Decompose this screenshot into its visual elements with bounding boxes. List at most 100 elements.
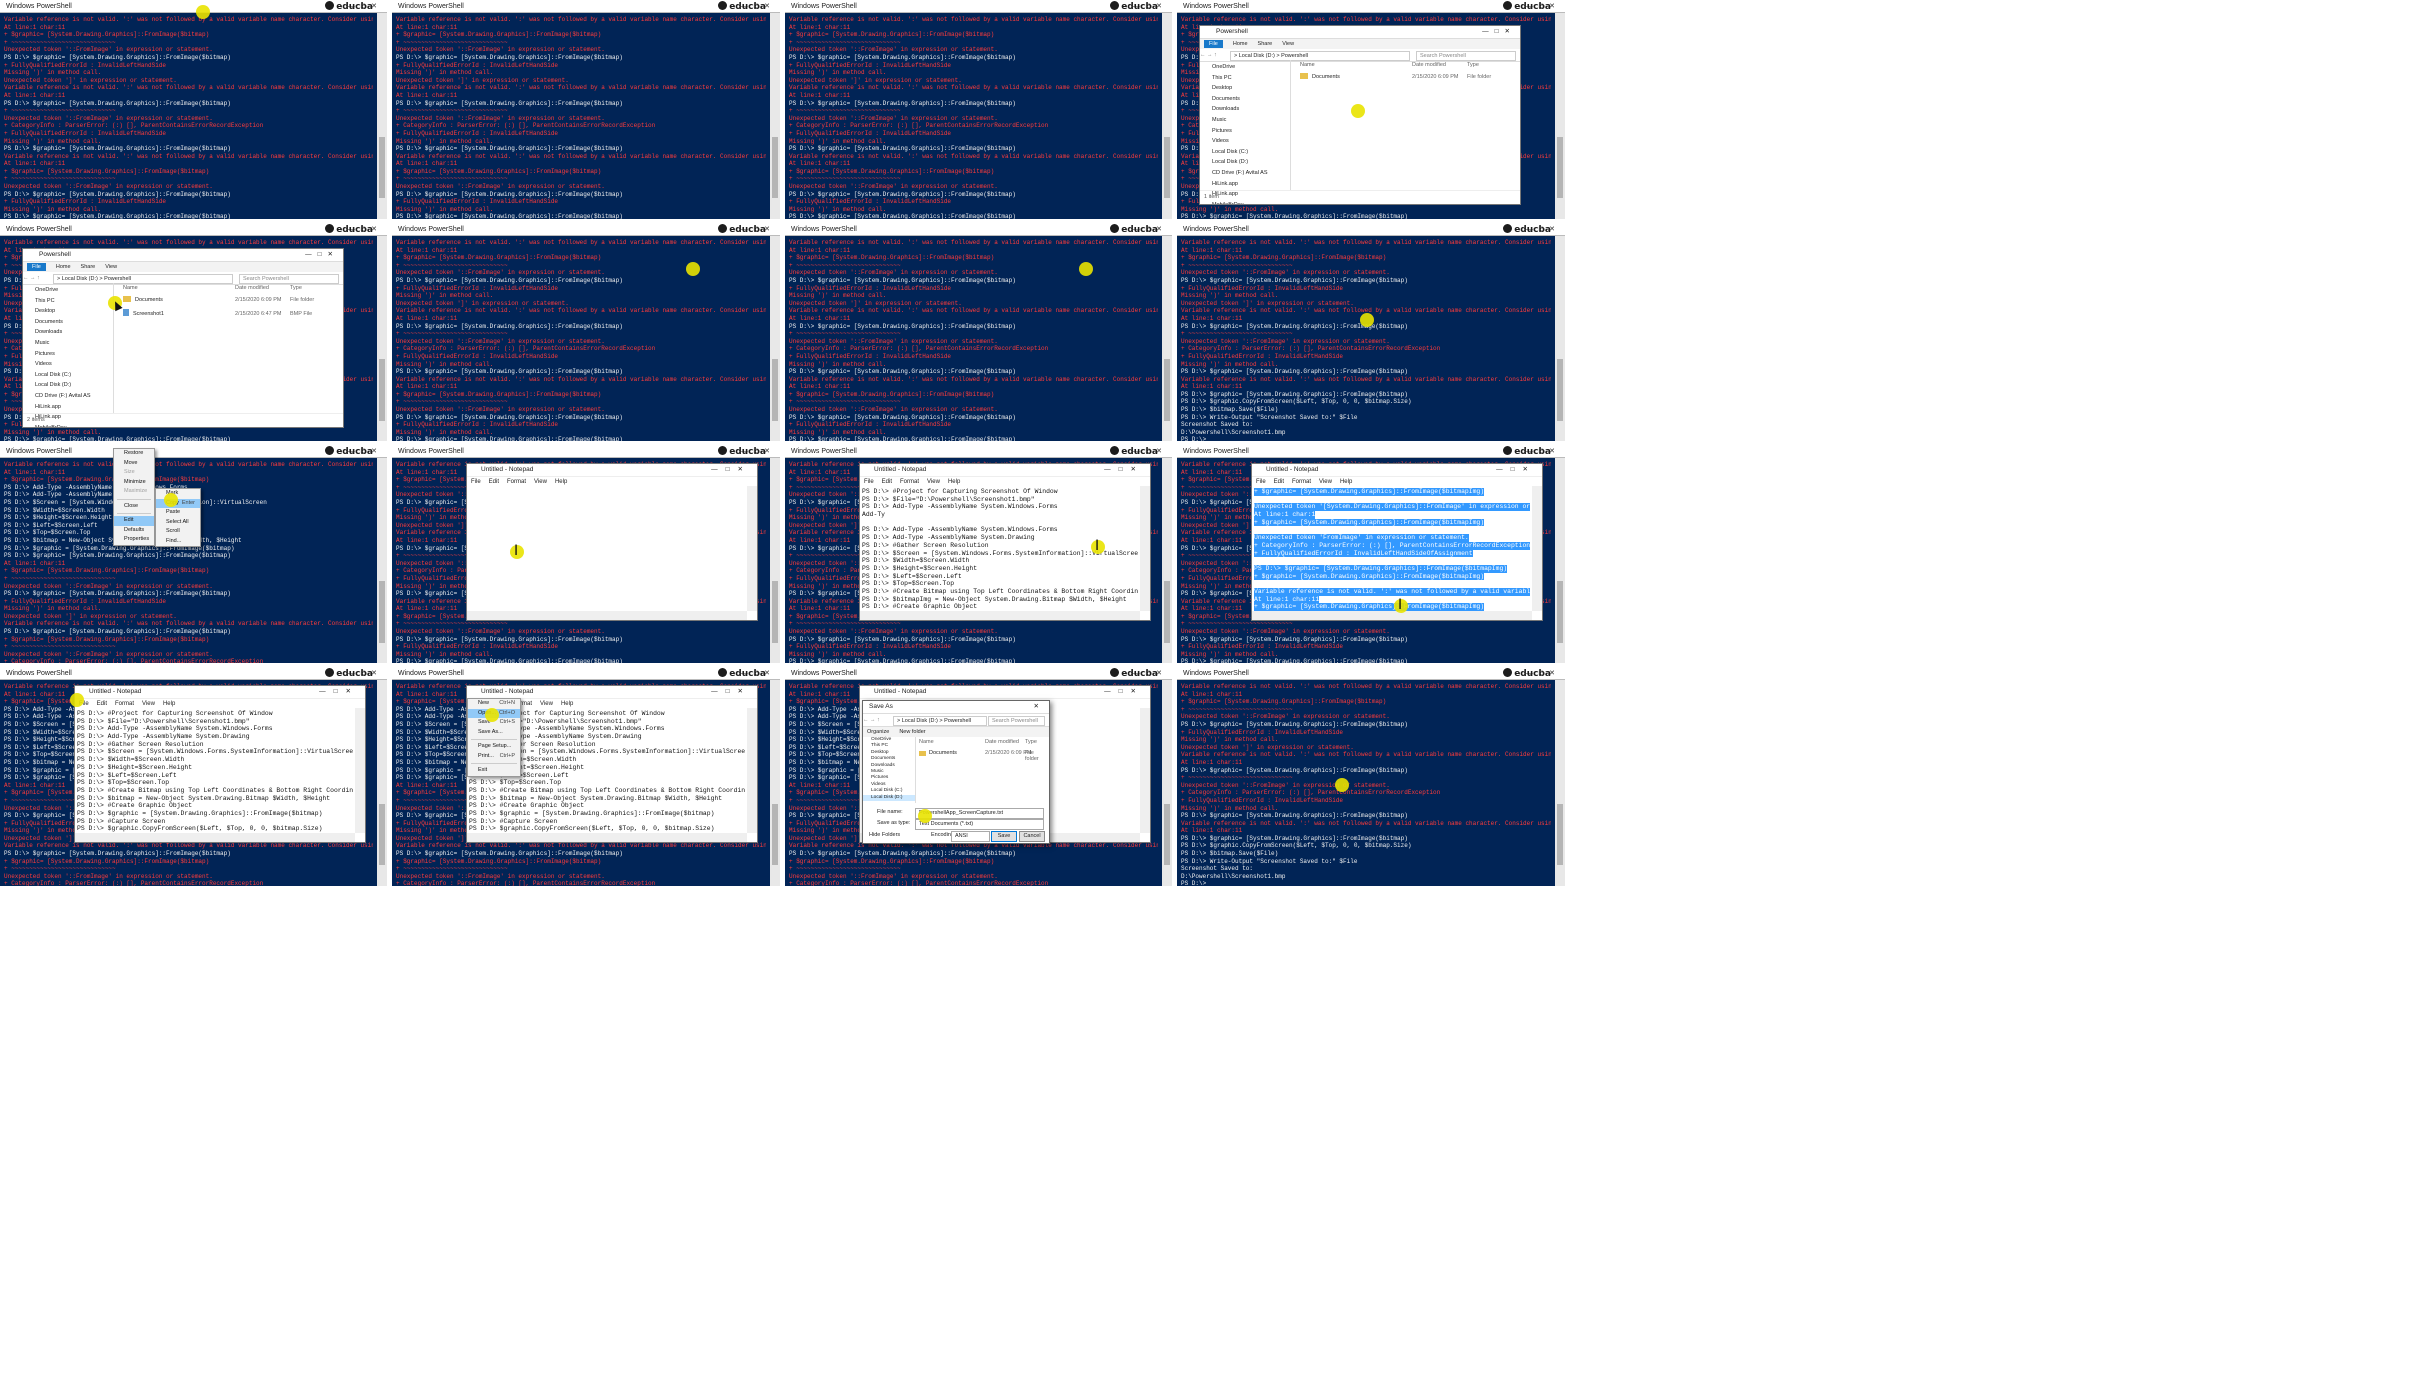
window-controls[interactable]: —□✕: [711, 464, 751, 476]
column-header[interactable]: Type: [1467, 60, 1479, 70]
edit-submenu-item[interactable]: CopyEnter: [156, 498, 200, 508]
powershell-titlebar[interactable]: Windows PowerShell —□✕ educba: [1177, 445, 1565, 458]
console-scrollbar[interactable]: [1555, 236, 1565, 441]
system-menu-item[interactable]: Minimize: [114, 478, 154, 488]
ribbon-tab[interactable]: Share: [81, 264, 96, 270]
menu-help[interactable]: Help: [1340, 479, 1352, 485]
scrollbar-thumb[interactable]: [1164, 359, 1170, 421]
file-menu-item[interactable]: Page Setup...: [468, 742, 520, 752]
powershell-titlebar[interactable]: Windows PowerShell —□✕ educba: [0, 667, 387, 680]
notepad-vertical-scrollbar[interactable]: [747, 708, 757, 833]
system-menu-item[interactable]: Maximize: [114, 487, 154, 497]
menu-help[interactable]: Help: [163, 701, 175, 707]
powershell-titlebar[interactable]: Windows PowerShell —□✕ educba: [1177, 667, 1565, 680]
notepad-horizontal-scrollbar[interactable]: [1252, 611, 1532, 620]
organize-button[interactable]: Organize: [867, 729, 889, 735]
column-header[interactable]: Type: [1025, 739, 1037, 745]
scrollbar-thumb[interactable]: [772, 803, 778, 866]
powershell-titlebar[interactable]: Windows PowerShell —□✕ educba: [392, 445, 780, 458]
console-scrollbar[interactable]: [770, 13, 780, 219]
scrollbar-thumb[interactable]: [1164, 803, 1170, 866]
console-scrollbar[interactable]: [1162, 680, 1172, 886]
column-header[interactable]: Date modified: [985, 739, 1019, 745]
nav-item[interactable]: HiLink.app: [1200, 179, 1290, 190]
scrollbar-thumb[interactable]: [772, 136, 778, 199]
column-header[interactable]: Size: [1520, 60, 1521, 70]
nav-item[interactable]: Documents: [1200, 94, 1290, 105]
menu-format[interactable]: Format: [1292, 479, 1311, 485]
notepad-vertical-scrollbar[interactable]: [1532, 486, 1542, 611]
menu-view[interactable]: View: [534, 479, 547, 485]
back-forward-icon[interactable]: ← → ↑: [863, 717, 880, 723]
notepad-titlebar[interactable]: Untitled - Notepad —□✕: [860, 464, 1150, 477]
back-forward-icon[interactable]: ← → ↑: [1200, 52, 1217, 58]
ribbon-tab[interactable]: File: [27, 263, 46, 271]
explorer-titlebar[interactable]: Powershell —□✕: [1200, 26, 1520, 39]
dialog-path[interactable]: > Local Disk (D:) > Powershell: [893, 716, 987, 726]
notepad-horizontal-scrollbar[interactable]: [75, 833, 355, 842]
edit-submenu-item[interactable]: Scroll: [156, 527, 200, 537]
scrollbar-thumb[interactable]: [1557, 581, 1563, 643]
console-scrollbar[interactable]: [1555, 680, 1565, 886]
ribbon-tab[interactable]: View: [105, 264, 117, 270]
close-icon[interactable]: ✕: [1034, 701, 1045, 713]
dialog-search-input[interactable]: Search Powershell: [988, 716, 1045, 726]
ribbon-tab[interactable]: Home: [56, 264, 71, 270]
notepad-titlebar[interactable]: Untitled - Notepad —□✕: [1252, 464, 1542, 477]
nav-item[interactable]: CD Drive (F:) Avital AS: [23, 391, 113, 402]
console-scrollbar[interactable]: [1162, 458, 1172, 663]
console-scrollbar[interactable]: [377, 458, 387, 663]
nav-item[interactable]: Desktop: [23, 306, 113, 317]
system-menu-item[interactable]: Edit: [114, 516, 154, 526]
nav-item[interactable]: Local Disk (D:): [23, 380, 113, 391]
notepad-vertical-scrollbar[interactable]: [1140, 486, 1150, 611]
console-scrollbar[interactable]: [1555, 13, 1565, 219]
menu-edit[interactable]: Edit: [882, 479, 892, 485]
console-scrollbar[interactable]: [770, 458, 780, 663]
nav-item[interactable]: Downloads: [23, 327, 113, 338]
scrollbar-thumb[interactable]: [1557, 803, 1563, 866]
file-menu-item[interactable]: Save As...: [468, 728, 520, 738]
window-controls[interactable]: —□✕: [1482, 26, 1516, 38]
menu-help[interactable]: Help: [555, 479, 567, 485]
ribbon-tab[interactable]: File: [1204, 40, 1223, 48]
nav-item[interactable]: CD Drive (F:) Avital AS: [1200, 168, 1290, 179]
menu-help[interactable]: Help: [561, 701, 573, 707]
window-controls[interactable]: —□✕: [1496, 464, 1536, 476]
menu-edit[interactable]: Edit: [489, 479, 499, 485]
powershell-titlebar[interactable]: Windows PowerShell —□✕ educba: [0, 0, 387, 13]
save-button[interactable]: Save: [991, 831, 1017, 842]
nav-item[interactable]: OneDrive: [23, 285, 113, 296]
column-header[interactable]: Name: [919, 739, 934, 745]
powershell-titlebar[interactable]: Windows PowerShell —□✕ educba: [1177, 223, 1565, 236]
menu-view[interactable]: View: [540, 701, 553, 707]
save-type-select[interactable]: Text Documents (*.txt): [915, 819, 1044, 830]
console-scrollbar[interactable]: [1162, 236, 1172, 441]
nav-item[interactable]: OneDrive: [1200, 62, 1290, 73]
notepad-vertical-scrollbar[interactable]: [355, 708, 365, 833]
back-forward-icon[interactable]: ← → ↑: [23, 275, 40, 281]
notepad-titlebar[interactable]: Untitled - Notepad —□✕: [860, 686, 1150, 699]
console-scrollbar[interactable]: [1555, 458, 1565, 663]
scrollbar-thumb[interactable]: [772, 359, 778, 421]
powershell-titlebar[interactable]: Windows PowerShell —□✕ educba: [785, 445, 1172, 458]
menu-file[interactable]: File: [1256, 479, 1266, 485]
notepad-horizontal-scrollbar[interactable]: [860, 611, 1140, 620]
nav-item[interactable]: Desktop: [1200, 83, 1290, 94]
menu-file[interactable]: File: [864, 479, 874, 485]
notepad-vertical-scrollbar[interactable]: [1140, 708, 1150, 833]
file-row[interactable]: Documents 2/15/2020 6:09 PM File folder: [115, 293, 343, 307]
console-scrollbar[interactable]: [770, 236, 780, 441]
powershell-titlebar[interactable]: Windows PowerShell —□✕ educba: [392, 223, 780, 236]
file-row[interactable]: Documents 2/15/2020 6:09 PM File folder: [919, 750, 1049, 762]
hide-folders-toggle[interactable]: Hide Folders: [869, 832, 900, 838]
console-scrollbar[interactable]: [377, 236, 387, 441]
powershell-titlebar[interactable]: Windows PowerShell —□✕ educba: [0, 445, 387, 458]
nav-item[interactable]: Music: [1200, 115, 1290, 126]
nav-item[interactable]: This PC: [1200, 73, 1290, 84]
column-header[interactable]: Name: [1292, 62, 1315, 68]
window-controls[interactable]: —□✕: [305, 249, 339, 261]
notepad-horizontal-scrollbar[interactable]: [467, 833, 747, 842]
nav-item[interactable]: Pictures: [1200, 126, 1290, 137]
column-header[interactable]: Date modified: [1412, 60, 1446, 70]
